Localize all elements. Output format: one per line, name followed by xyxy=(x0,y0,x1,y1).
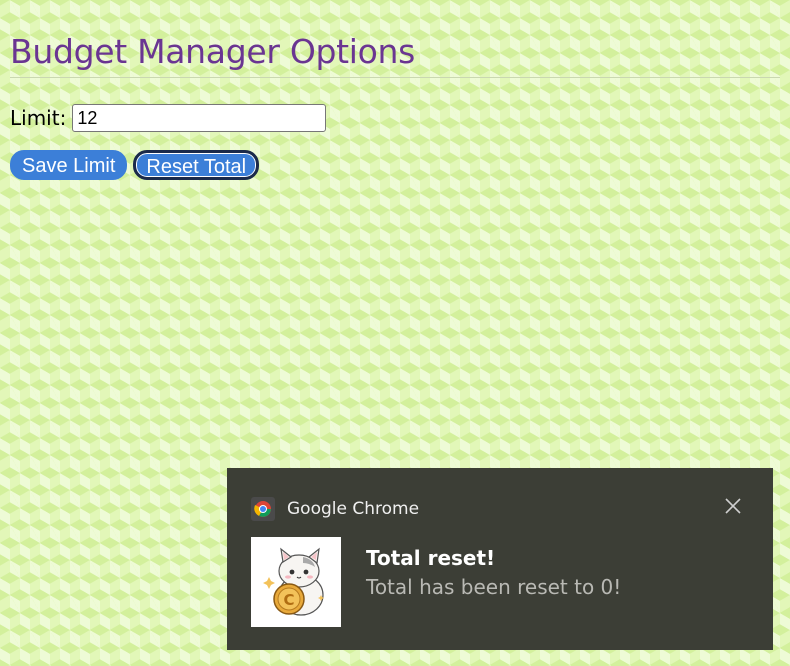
button-row: Save Limit Reset Total xyxy=(10,150,780,180)
reset-total-button[interactable]: Reset Total xyxy=(133,150,260,180)
limit-row: Limit: xyxy=(10,104,780,132)
save-limit-button[interactable]: Save Limit xyxy=(10,150,128,180)
chrome-icon xyxy=(251,497,275,521)
close-icon[interactable] xyxy=(723,496,743,516)
cat-with-coin-icon: C xyxy=(251,537,341,627)
notification-title: Total reset! xyxy=(366,546,496,570)
notification-header: Google Chrome xyxy=(251,497,419,521)
notification-message: Total has been reset to 0! xyxy=(366,575,622,599)
page-title: Budget Manager Options xyxy=(10,32,780,78)
svg-text:C: C xyxy=(283,591,294,609)
limit-label: Limit: xyxy=(10,106,67,130)
notification-app-name: Google Chrome xyxy=(287,499,420,519)
notification-toast[interactable]: Google Chrome C Total reset! Total has b… xyxy=(227,468,773,650)
options-page: Budget Manager Options Limit: Save Limit… xyxy=(10,0,780,180)
limit-input[interactable] xyxy=(72,104,327,132)
